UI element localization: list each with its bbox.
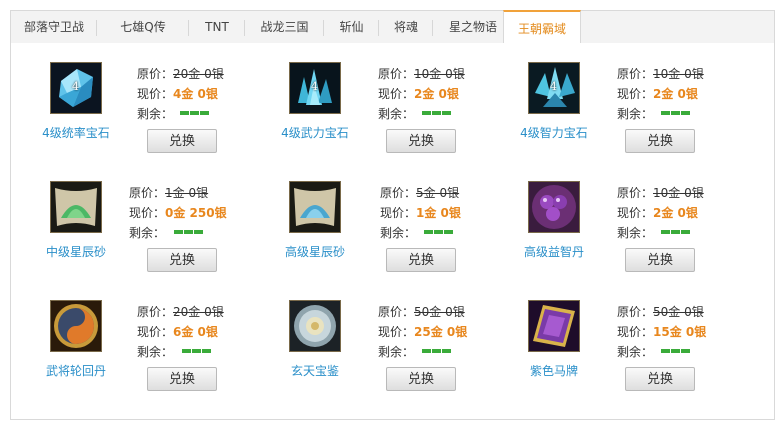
exchange-panel: 4 4级统率宝石 原价：20金 0银 现价：4金 0银 剩余： 兑换 4 4级武…: [10, 43, 775, 420]
blue-crystal-gem-icon: 4: [50, 62, 102, 114]
tab-xingzhi[interactable]: 星之物语: [433, 11, 513, 44]
stock-bar: [422, 111, 451, 115]
exchange-button[interactable]: 兑换: [386, 367, 456, 391]
exchange-button[interactable]: 兑换: [147, 129, 217, 153]
stock-bar: [424, 230, 453, 234]
item-name[interactable]: 4级武力宝石: [255, 124, 375, 141]
silver-mirror-icon: [289, 300, 341, 352]
tab-qixiong[interactable]: 七雄Q传: [97, 11, 189, 44]
stock-bar: [174, 230, 203, 234]
exchange-button[interactable]: 兑换: [147, 248, 217, 272]
remaining-label: 剩余：: [137, 345, 174, 359]
stock-bar: [180, 111, 209, 115]
item-name[interactable]: 高级星辰砂: [255, 243, 375, 260]
remaining-label: 剩余：: [129, 226, 166, 240]
item-card: 高级星辰砂 原价：5金 0银 现价：1金 0银 剩余： 兑换: [285, 181, 529, 291]
original-price: 原价：1金 0银: [129, 186, 209, 200]
game-tab-bar: 部落守卫战 七雄Q传 TNT 战龙三国 斩仙 将魂 星之物语 王朝霸域: [10, 10, 775, 45]
original-price: 原价：10金 0银: [617, 186, 704, 200]
item-name[interactable]: 4级智力宝石: [494, 124, 614, 141]
remaining-label: 剩余：: [137, 107, 174, 121]
tab-jianghun[interactable]: 将魂: [379, 11, 433, 44]
teal-crystal-cluster-icon: 4: [289, 62, 341, 114]
current-price: 现价：15金 0银: [617, 325, 707, 339]
gem-level-label: 4: [550, 80, 557, 93]
current-price: 现价：1金 0银: [380, 206, 461, 220]
item-name[interactable]: 中级星辰砂: [16, 243, 136, 260]
item-name[interactable]: 高级益智丹: [494, 243, 614, 260]
tab-buluo[interactable]: 部落守卫战: [11, 11, 97, 44]
current-price: 现价：2金 0银: [617, 206, 698, 220]
tab-tnt[interactable]: TNT: [189, 11, 245, 44]
tab-zhanxian[interactable]: 斩仙: [324, 11, 379, 44]
current-price: 现价：2金 0银: [378, 87, 459, 101]
original-price: 原价：5金 0银: [380, 186, 460, 200]
original-price: 原价：10金 0银: [378, 67, 465, 81]
yin-yang-orb-icon: [50, 300, 102, 352]
item-card: 武将轮回丹 原价：20金 0银 现价：6金 0银 剩余： 兑换: [46, 300, 290, 410]
purple-pills-icon: [528, 181, 580, 233]
current-price: 现价：4金 0银: [137, 87, 218, 101]
exchange-button[interactable]: 兑换: [625, 129, 695, 153]
current-price: 现价：25金 0银: [378, 325, 468, 339]
blue-star-sand-icon: [289, 181, 341, 233]
item-name[interactable]: 玄天宝鉴: [255, 362, 375, 379]
item-name[interactable]: 武将轮回丹: [16, 362, 136, 379]
item-card: 4 4级统率宝石 原价：20金 0银 现价：4金 0银 剩余： 兑换: [42, 62, 290, 172]
stock-bar: [661, 111, 690, 115]
original-price: 原价：20金 0银: [137, 305, 224, 319]
item-name[interactable]: 紫色马牌: [494, 362, 614, 379]
exchange-button[interactable]: 兑换: [386, 129, 456, 153]
current-price: 现价：6金 0银: [137, 325, 218, 339]
item-card: 高级益智丹 原价：10金 0银 现价：2金 0银 剩余： 兑换: [524, 181, 768, 291]
remaining-label: 剩余：: [617, 107, 654, 121]
gem-level-label: 4: [311, 80, 318, 93]
original-price: 原价：50金 0银: [378, 305, 465, 319]
stock-bar: [661, 230, 690, 234]
remaining-label: 剩余：: [378, 107, 415, 121]
current-price: 现价：2金 0银: [617, 87, 698, 101]
exchange-button[interactable]: 兑换: [386, 248, 456, 272]
item-name[interactable]: 4级统率宝石: [16, 124, 136, 141]
original-price: 原价：10金 0银: [617, 67, 704, 81]
original-price: 原价：50金 0银: [617, 305, 704, 319]
cyan-crystal-cluster-icon: 4: [528, 62, 580, 114]
stock-bar: [182, 349, 211, 353]
item-card: 紫色马牌 原价：50金 0银 现价：15金 0银 剩余： 兑换: [528, 300, 768, 410]
item-card: 4 4级武力宝石 原价：10金 0银 现价：2金 0银 剩余： 兑换: [281, 62, 529, 172]
remaining-label: 剩余：: [380, 226, 417, 240]
item-card: 4 4级智力宝石 原价：10金 0银 现价：2金 0银 剩余： 兑换: [520, 62, 768, 172]
current-price: 现价：0金 250银: [129, 206, 227, 220]
gem-level-label: 4: [72, 80, 79, 93]
purple-card-icon: [528, 300, 580, 352]
green-star-sand-icon: [50, 181, 102, 233]
exchange-button[interactable]: 兑换: [625, 367, 695, 391]
exchange-button[interactable]: 兑换: [625, 248, 695, 272]
remaining-label: 剩余：: [617, 226, 654, 240]
tab-zhanlong[interactable]: 战龙三国: [245, 11, 324, 44]
stock-bar: [661, 349, 690, 353]
original-price: 原价：20金 0银: [137, 67, 224, 81]
item-card: 中级星辰砂 原价：1金 0银 现价：0金 250银 剩余： 兑换: [46, 181, 290, 291]
exchange-button[interactable]: 兑换: [147, 367, 217, 391]
tab-wangchao[interactable]: 王朝霸域: [503, 10, 581, 45]
remaining-label: 剩余：: [378, 345, 415, 359]
remaining-label: 剩余：: [617, 345, 654, 359]
stock-bar: [422, 349, 451, 353]
item-card: 玄天宝鉴 原价：50金 0银 现价：25金 0银 剩余： 兑换: [289, 300, 529, 410]
